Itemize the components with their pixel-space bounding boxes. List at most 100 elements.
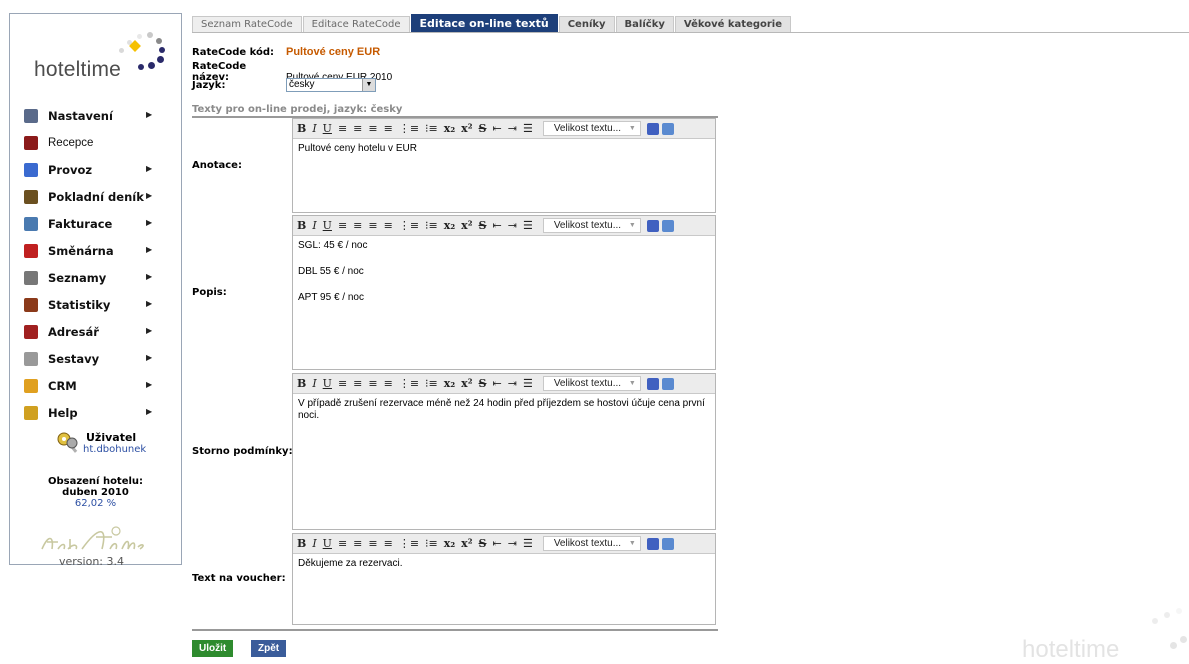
underline-icon[interactable]: U [323,122,332,135]
superscript-icon[interactable]: x² [461,537,472,550]
tab-1[interactable]: Editace RateCode [302,16,410,32]
strikethrough-icon[interactable]: S [479,219,487,232]
superscript-icon[interactable]: x² [461,219,472,232]
align-left-icon[interactable]: ≡ [338,377,347,390]
menu-item-operations[interactable]: Provoz ▶ [10,156,181,183]
align-right-icon[interactable]: ≡ [368,377,377,390]
save-button[interactable]: Uložit [192,640,234,657]
align-left-icon[interactable]: ≡ [338,122,347,135]
outdent-icon[interactable]: ⇤ [493,122,502,135]
bullet-list-icon[interactable]: ⁝≡ [425,122,438,135]
editor-content[interactable]: Pultové ceny hotelu v EUR [293,139,715,173]
subscript-icon[interactable]: x₂ [444,122,455,135]
menu-item-statistics[interactable]: Statistiky ▶ [10,291,181,318]
menu-item-settings[interactable]: Nastavení ▶ [10,102,181,129]
italic-icon[interactable]: I [312,377,316,390]
outdent-icon[interactable]: ⇤ [493,537,502,550]
menu-item-reports[interactable]: Sestavy ▶ [10,345,181,372]
subscript-icon[interactable]: x₂ [444,537,455,550]
bold-icon[interactable]: B [297,122,306,135]
tab-5[interactable]: Věkové kategorie [674,16,792,32]
align-left-icon[interactable]: ≡ [338,219,347,232]
ordered-list-icon[interactable]: ⋮≡ [399,122,419,135]
ordered-list-icon[interactable]: ⋮≡ [399,219,419,232]
bullet-list-icon[interactable]: ⁝≡ [425,537,438,550]
horizontal-rule-icon[interactable]: ☰ [523,219,533,232]
align-center-icon[interactable]: ≡ [353,377,362,390]
align-justify-icon[interactable]: ≡ [384,377,393,390]
underline-icon[interactable]: U [323,377,332,390]
rich-text-editor[interactable]: B I U ≡ ≡ ≡ ≡ ⋮≡ ⁝≡ x₂ x² S ⇤ ⇥ ☰ Velikost textu... ▼ Pul… [292,118,716,213]
subscript-icon[interactable]: x₂ [444,219,455,232]
text-size-select[interactable]: Velikost textu... ▼ [542,536,641,551]
align-justify-icon[interactable]: ≡ [384,219,393,232]
align-right-icon[interactable]: ≡ [368,219,377,232]
italic-icon[interactable]: I [312,219,316,232]
horizontal-rule-icon[interactable]: ☰ [523,122,533,135]
menu-item-exchange[interactable]: Směnárna ▶ [10,237,181,264]
language-select[interactable]: česky ▼ [286,78,376,92]
spellcheck-icon[interactable] [661,122,674,135]
chevron-down-icon[interactable]: ▼ [362,79,375,91]
bold-icon[interactable]: B [297,537,306,550]
outdent-icon[interactable]: ⇤ [493,377,502,390]
horizontal-rule-icon[interactable]: ☰ [523,537,533,550]
rich-text-editor[interactable]: B I U ≡ ≡ ≡ ≡ ⋮≡ ⁝≡ x₂ x² S ⇤ ⇥ ☰ Velikost textu... ▼ SGL… [292,215,716,370]
strikethrough-icon[interactable]: S [479,377,487,390]
editor-content[interactable]: Děkujeme za rezervaci. [293,554,715,588]
bold-icon[interactable]: B [297,219,306,232]
spellcheck-icon[interactable] [661,219,674,232]
align-left-icon[interactable]: ≡ [338,537,347,550]
tab-4[interactable]: Balíčky [615,16,674,32]
editor-content[interactable]: V případě zrušení rezervace méně než 24 … [293,394,715,440]
menu-item-invoice[interactable]: Fakturace ▶ [10,210,181,237]
strikethrough-icon[interactable]: S [479,122,487,135]
indent-icon[interactable]: ⇥ [508,219,517,232]
align-center-icon[interactable]: ≡ [353,122,362,135]
spellcheck-icon[interactable] [661,377,674,390]
strikethrough-icon[interactable]: S [479,537,487,550]
tab-3[interactable]: Ceníky [558,16,615,32]
rich-text-editor[interactable]: B I U ≡ ≡ ≡ ≡ ⋮≡ ⁝≡ x₂ x² S ⇤ ⇥ ☰ Velikost textu... ▼ V p… [292,373,716,530]
indent-icon[interactable]: ⇥ [508,122,517,135]
menu-item-crm[interactable]: CRM ▶ [10,372,181,399]
ordered-list-icon[interactable]: ⋮≡ [399,537,419,550]
align-center-icon[interactable]: ≡ [353,537,362,550]
html-source-icon[interactable] [646,219,659,232]
tab-2[interactable]: Editace on-line textů [410,14,558,32]
underline-icon[interactable]: U [323,537,332,550]
ordered-list-icon[interactable]: ⋮≡ [399,377,419,390]
text-size-select[interactable]: Velikost textu... ▼ [542,376,641,391]
subscript-icon[interactable]: x₂ [444,377,455,390]
menu-item-address-book[interactable]: Adresář ▶ [10,318,181,345]
superscript-icon[interactable]: x² [461,122,472,135]
horizontal-rule-icon[interactable]: ☰ [523,377,533,390]
menu-item-lists[interactable]: Seznamy ▶ [10,264,181,291]
align-center-icon[interactable]: ≡ [353,219,362,232]
text-size-select[interactable]: Velikost textu... ▼ [542,218,641,233]
editor-content[interactable]: SGL: 45 € / noc DBL 55 € / noc APT 95 € / … [293,236,715,322]
text-size-select[interactable]: Velikost textu... ▼ [542,121,641,136]
align-justify-icon[interactable]: ≡ [384,122,393,135]
indent-icon[interactable]: ⇥ [508,377,517,390]
indent-icon[interactable]: ⇥ [508,537,517,550]
bold-icon[interactable]: B [297,377,306,390]
html-source-icon[interactable] [646,122,659,135]
align-justify-icon[interactable]: ≡ [384,537,393,550]
user-name-link[interactable]: ht.dbohunek [83,444,146,455]
align-right-icon[interactable]: ≡ [368,122,377,135]
bullet-list-icon[interactable]: ⁝≡ [425,219,438,232]
menu-item-cashbook[interactable]: Pokladní deník ▶ [10,183,181,210]
italic-icon[interactable]: I [312,537,316,550]
underline-icon[interactable]: U [323,219,332,232]
bullet-list-icon[interactable]: ⁝≡ [425,377,438,390]
tab-0[interactable]: Seznam RateCode [192,16,302,32]
html-source-icon[interactable] [646,537,659,550]
html-source-icon[interactable] [646,377,659,390]
back-button[interactable]: Zpět [251,640,287,657]
superscript-icon[interactable]: x² [461,377,472,390]
align-right-icon[interactable]: ≡ [368,537,377,550]
rich-text-editor[interactable]: B I U ≡ ≡ ≡ ≡ ⋮≡ ⁝≡ x₂ x² S ⇤ ⇥ ☰ Velikost textu... ▼ Děk… [292,533,716,625]
italic-icon[interactable]: I [312,122,316,135]
menu-item-reception[interactable]: Recepce [10,129,181,156]
